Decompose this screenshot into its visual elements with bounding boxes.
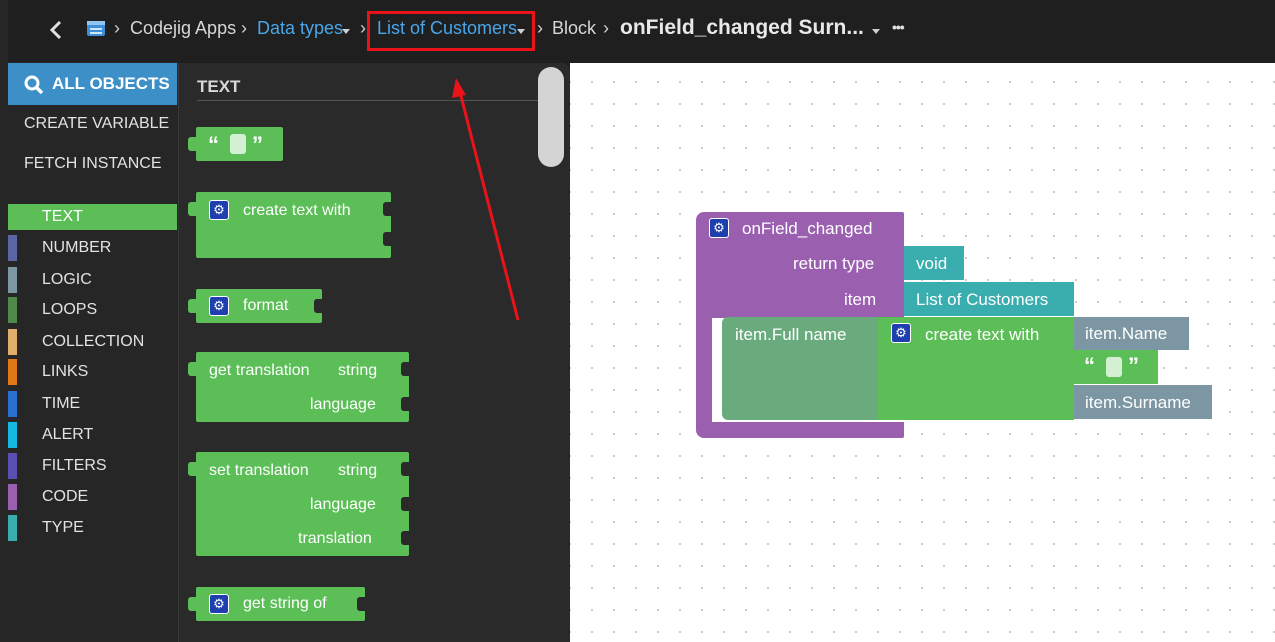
annotation-arrow <box>452 78 520 321</box>
